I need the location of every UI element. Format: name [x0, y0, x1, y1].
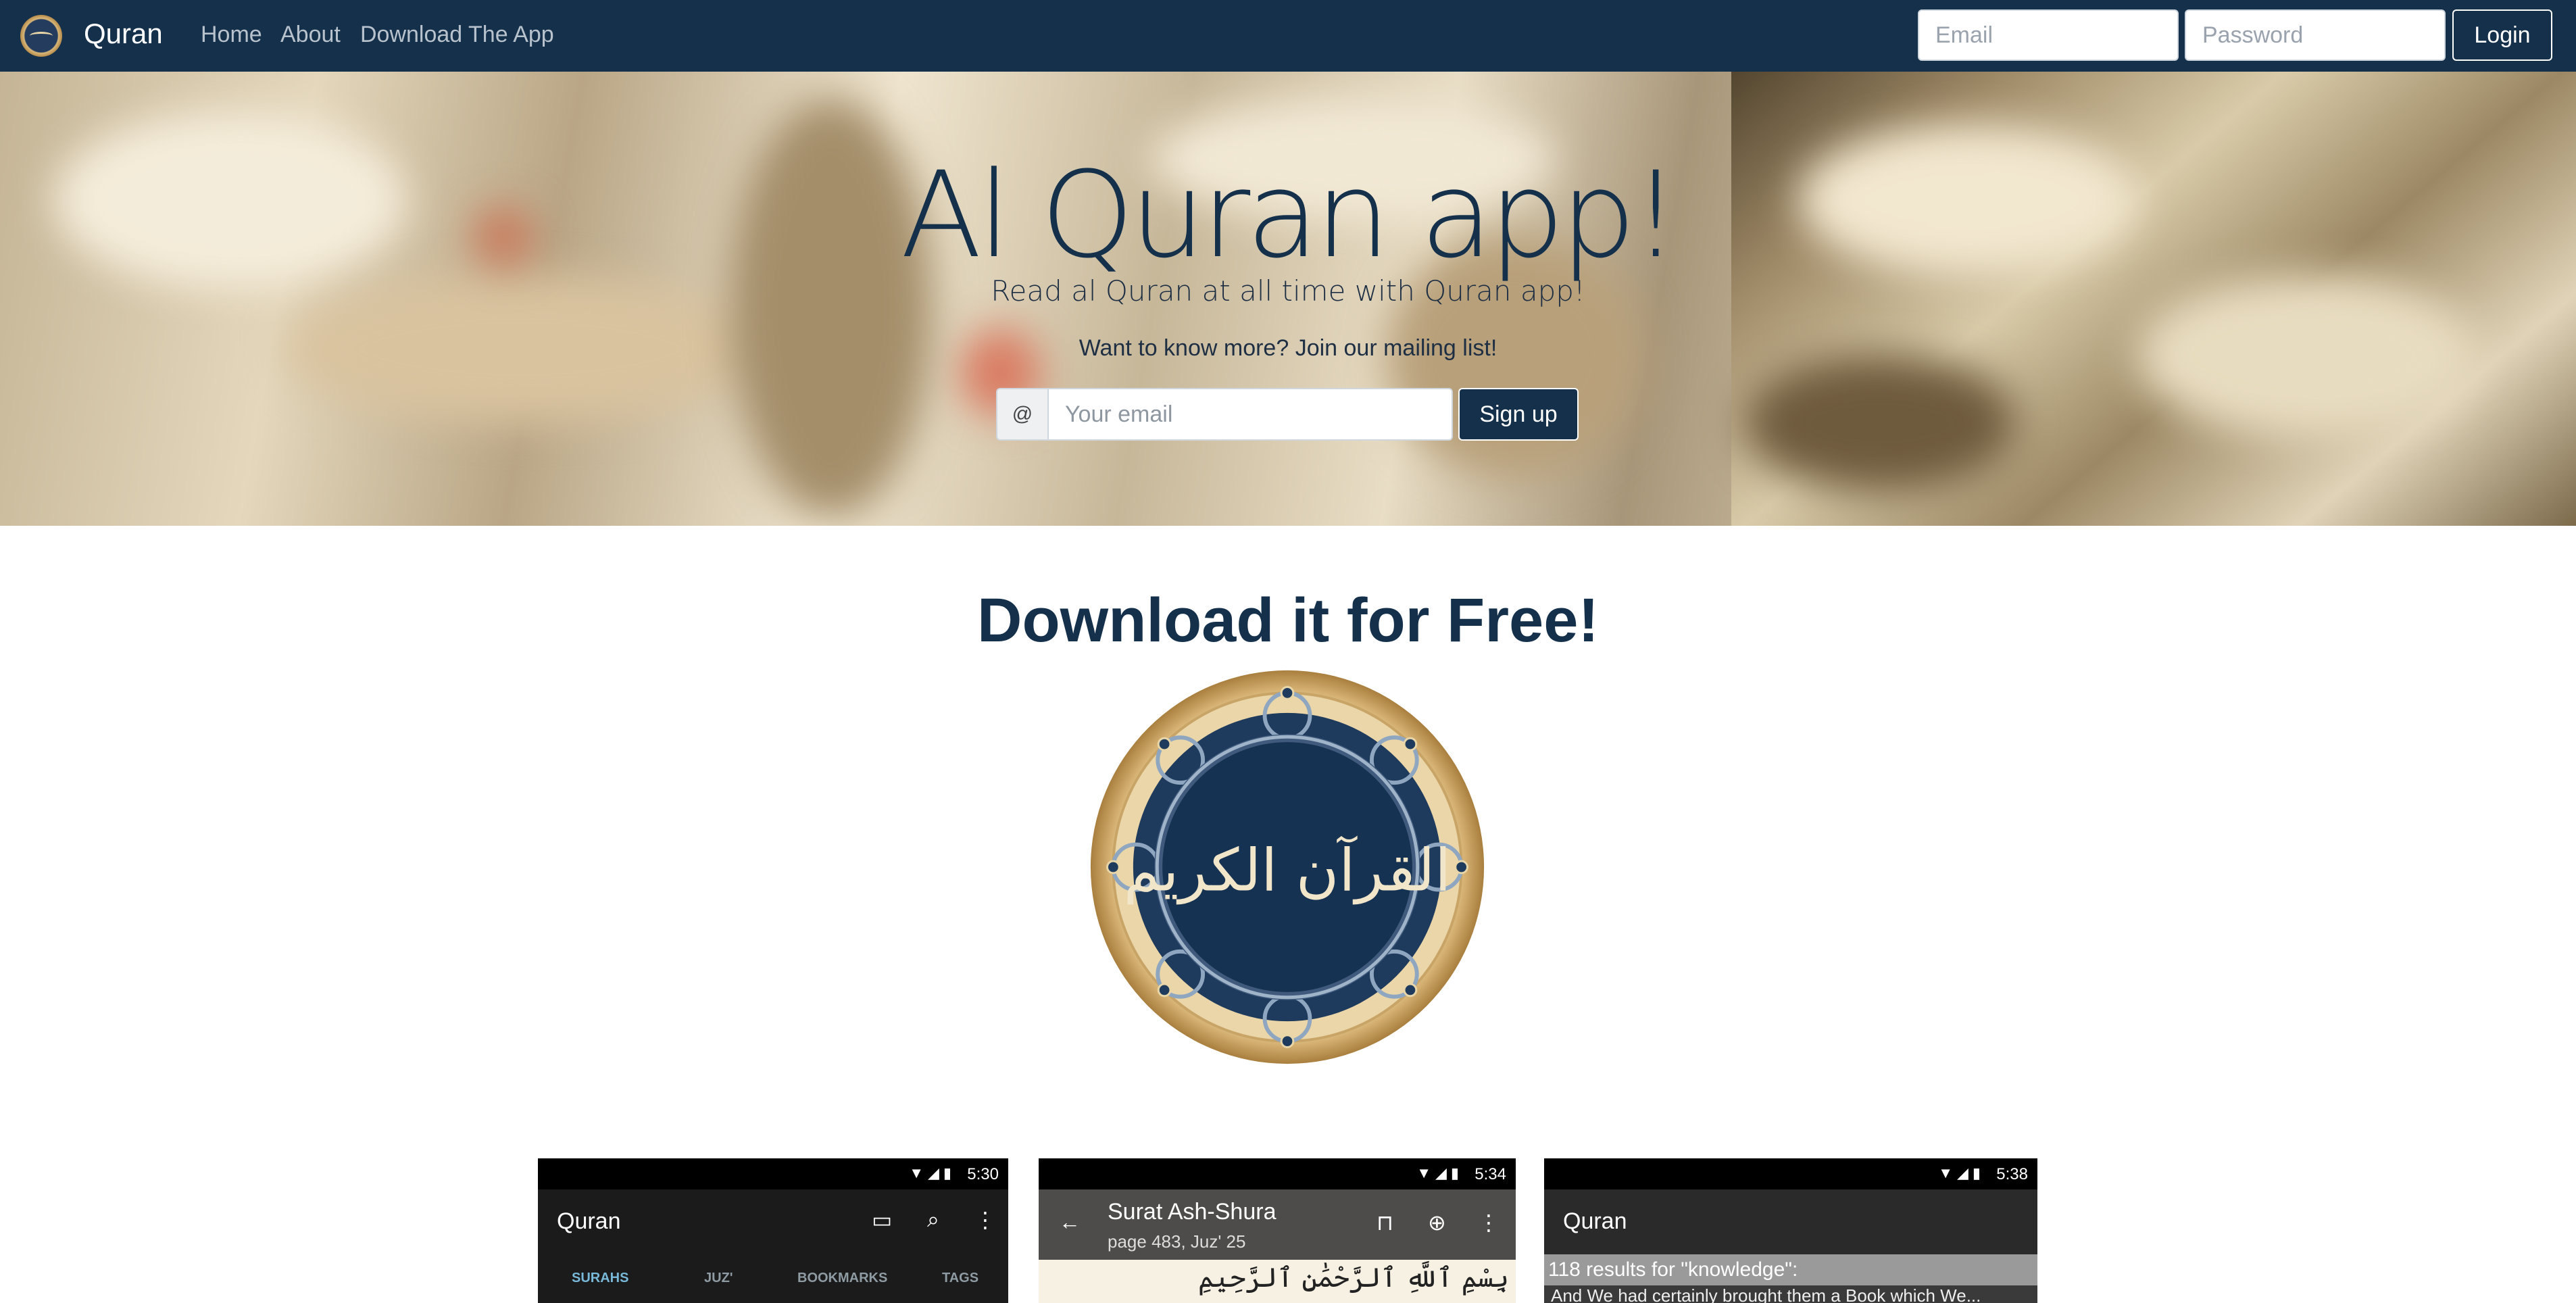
app-toolbar: Quran — [1544, 1189, 2037, 1254]
quran-logo-icon[interactable] — [20, 15, 62, 57]
at-addon: @ — [996, 388, 1047, 441]
search-results-count: 118 results for "knowledge": — [1544, 1254, 2037, 1285]
download-heading: Download it for Free! — [977, 586, 1599, 655]
app-screenshot-surahs: ▼◢▮ 5:30 Quran ▭ ⌕ ⋮ SURAHS JUZ' BOOKMAR… — [538, 1158, 1008, 1303]
bismillah-text: بِسْمِ ٱللَّهِ ٱلرَّحْمَٰنِ ٱلرَّحِيمِ — [1198, 1262, 1510, 1294]
tab-juz: JUZ' — [704, 1271, 733, 1285]
toolbar-title: Quran — [1563, 1208, 1627, 1234]
nav-download-link[interactable]: Download The App — [360, 22, 554, 48]
surah-overlay-toolbar: ← Surat Ash-Shura page 483, Juz' 25 ⊓ ⊕ … — [1039, 1189, 1516, 1260]
hero-banner: Al Quran app! Read al Quran at all time … — [0, 72, 2576, 526]
password-input[interactable] — [2185, 9, 2446, 61]
bookmark-icon: ⊓ — [1377, 1210, 1393, 1235]
status-time: 5:30 — [967, 1165, 999, 1183]
toolbar-title: Quran — [557, 1208, 621, 1234]
arrow-back-icon: ← — [1059, 1210, 1081, 1234]
status-icons: ▼◢▮ — [909, 1164, 956, 1181]
signup-button[interactable]: Sign up — [1458, 388, 1579, 441]
more-vert-icon: ⋮ — [1478, 1210, 1500, 1235]
status-bar: ▼◢▮ 5:34 — [1039, 1158, 1516, 1189]
hero-subtitle: Read al Quran at all time with Quran app… — [991, 274, 1585, 308]
navbar: Quran Home About Download The App Login — [0, 0, 2576, 72]
search-result-item: And We had certainly brought them a Book… — [1544, 1285, 2037, 1303]
quran-logo-calligraphy: القرآن الكريم — [1124, 835, 1452, 904]
surah-title: Surat Ash-Shura — [1108, 1199, 1277, 1225]
nav-about-link[interactable]: About — [280, 22, 341, 48]
mailing-list-text: Want to know more? Join our mailing list… — [1079, 335, 1497, 361]
status-time: 5:34 — [1475, 1165, 1506, 1183]
status-icons: ▼◢▮ — [1416, 1164, 1463, 1181]
nav-home-link[interactable]: Home — [201, 22, 262, 48]
globe-icon: ⊕ — [1428, 1210, 1446, 1235]
search-icon: ⌕ — [927, 1207, 939, 1231]
mushaf-page: بِسْمِ ٱللَّهِ ٱلرَّحْمَٰنِ ٱلرَّحِيمِ — [1039, 1260, 1516, 1303]
surah-page-info: page 483, Juz' 25 — [1108, 1231, 1246, 1252]
app-screenshot-surah-page: ▼◢▮ 5:34 ← Surat Ash-Shura page 483, Juz… — [1039, 1158, 1516, 1303]
status-time: 5:38 — [1996, 1165, 2028, 1183]
login-button[interactable]: Login — [2452, 9, 2552, 61]
tab-tags: TAGS — [942, 1271, 979, 1285]
tab-surahs: SURAHS — [572, 1271, 629, 1285]
more-vert-icon: ⋮ — [974, 1208, 996, 1232]
app-toolbar: Quran ▭ ⌕ ⋮ — [538, 1189, 1008, 1254]
newsletter-email-input[interactable] — [1047, 388, 1453, 441]
hero-title: Al Quran app! — [900, 146, 1680, 285]
tab-bar: SURAHS JUZ' BOOKMARKS TAGS — [538, 1254, 1008, 1303]
status-icons: ▼◢▮ — [1938, 1164, 1985, 1181]
app-screenshot-search: ▼◢▮ 5:38 Quran 118 results for "knowledg… — [1544, 1158, 2037, 1303]
brand-name[interactable]: Quran — [84, 18, 163, 50]
email-input[interactable] — [1918, 9, 2179, 61]
quran-app-logo[interactable]: القرآن الكريم — [1088, 668, 1487, 1066]
status-bar: ▼◢▮ 5:38 — [1544, 1158, 2037, 1189]
tab-bookmarks: BOOKMARKS — [797, 1271, 888, 1285]
book-icon: ▭ — [872, 1208, 893, 1232]
status-bar: ▼◢▮ 5:30 — [538, 1158, 1008, 1189]
